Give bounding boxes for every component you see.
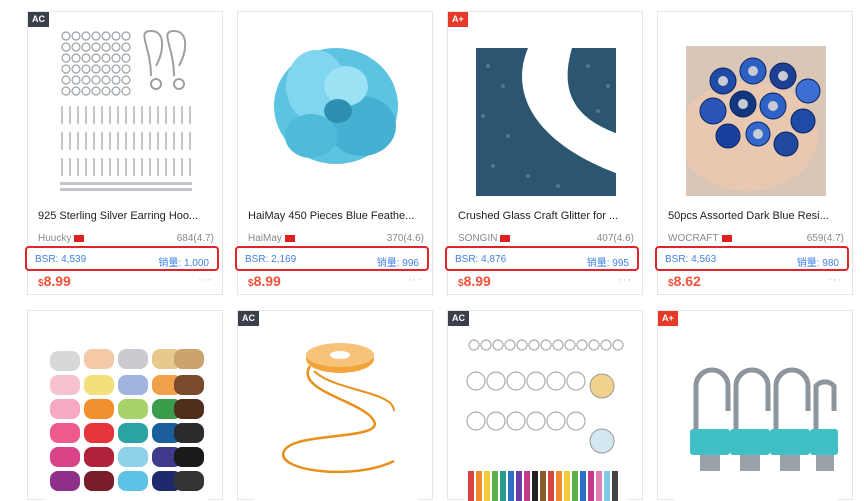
product-image[interactable] [56, 26, 196, 196]
product-title[interactable]: HaiMay 450 Pieces Blue Feathe... [248, 210, 426, 222]
price-value: 8.99 [43, 273, 71, 289]
product-title[interactable]: 925 Sterling Silver Earring Hoo... [38, 210, 216, 222]
product-image[interactable] [464, 331, 628, 501]
product-price: $8.99 [248, 273, 281, 289]
product-card[interactable]: AC 925 Sterling Silver Earring Hoo... Hu… [25, 11, 223, 295]
bsr-highlight-box: BSR: 4,539 销量: 1,000 [25, 246, 219, 271]
product-image[interactable] [476, 26, 616, 196]
brand-name[interactable]: Huucky [38, 233, 71, 244]
china-flag-icon [74, 234, 85, 242]
product-card[interactable]: AC [237, 310, 433, 501]
brand-row: HaiMay 370(4.6) [248, 233, 424, 244]
sales-volume: 销量: 995 [586, 258, 629, 269]
bsr-highlight-box: BSR: 4,876 销量: 995 [445, 246, 639, 271]
ac-badge: AC [28, 12, 49, 27]
bsr-rank: BSR: 4,539 [35, 254, 87, 265]
more-options-icon[interactable]: ··· [618, 274, 632, 286]
bsr-rank: BSR: 2,169 [245, 254, 297, 265]
product-price: $8.99 [458, 273, 491, 289]
sales-volume: 销量: 1,000 [158, 258, 209, 269]
product-title[interactable]: 50pcs Assorted Dark Blue Resi... [668, 210, 846, 222]
product-card[interactable]: AC [447, 310, 643, 501]
product-image[interactable] [674, 331, 838, 501]
more-options-icon[interactable]: ··· [828, 274, 842, 286]
brand-name[interactable]: HaiMay [248, 233, 282, 244]
review-count: 684(4.7) [176, 233, 214, 244]
price-value: 8.62 [673, 273, 701, 289]
china-flag-icon [721, 234, 732, 242]
review-count: 370(4.6) [386, 233, 424, 244]
product-title[interactable]: Crushed Glass Craft Glitter for ... [458, 210, 636, 222]
brand-name[interactable]: SONGIN [458, 233, 497, 244]
product-card[interactable]: A+ Crushed Glass Craft Glitter for ... S… [445, 11, 643, 295]
brand-row: SONGIN 407(4.6) [458, 233, 634, 244]
review-count: 407(4.6) [596, 233, 634, 244]
product-card[interactable] [27, 310, 223, 501]
a-plus-badge: A+ [658, 311, 678, 326]
more-options-icon[interactable]: ··· [198, 274, 212, 286]
product-image[interactable] [686, 26, 826, 196]
bsr-rank: BSR: 4,563 [665, 254, 717, 265]
product-card[interactable]: A+ [657, 310, 853, 501]
product-card[interactable]: HaiMay 450 Pieces Blue Feathe... HaiMay … [235, 11, 433, 295]
bsr-highlight-box: BSR: 4,563 销量: 980 [655, 246, 849, 271]
brand-name[interactable]: WOCRAFT [668, 233, 719, 244]
bsr-highlight-box: BSR: 2,169 销量: 996 [235, 246, 429, 271]
a-plus-badge: A+ [448, 12, 468, 27]
more-options-icon[interactable]: ··· [408, 274, 422, 286]
brand-row: WOCRAFT 659(4.7) [668, 233, 844, 244]
ac-badge: AC [238, 311, 259, 326]
product-card[interactable]: 50pcs Assorted Dark Blue Resi... WOCRAFT… [655, 11, 853, 295]
product-price: $8.99 [38, 273, 71, 289]
price-value: 8.99 [463, 273, 491, 289]
ac-badge: AC [448, 311, 469, 326]
product-image[interactable] [44, 331, 208, 501]
sales-volume: 销量: 980 [796, 258, 839, 269]
bsr-rank: BSR: 4,876 [455, 254, 507, 265]
product-image[interactable] [254, 331, 418, 501]
product-price: $8.62 [668, 273, 701, 289]
review-count: 659(4.7) [806, 233, 844, 244]
brand-row: Huucky 684(4.7) [38, 233, 214, 244]
sales-volume: 销量: 996 [376, 258, 419, 269]
product-image[interactable] [266, 26, 406, 196]
china-flag-icon [500, 234, 511, 242]
price-value: 8.99 [253, 273, 281, 289]
china-flag-icon [284, 234, 295, 242]
